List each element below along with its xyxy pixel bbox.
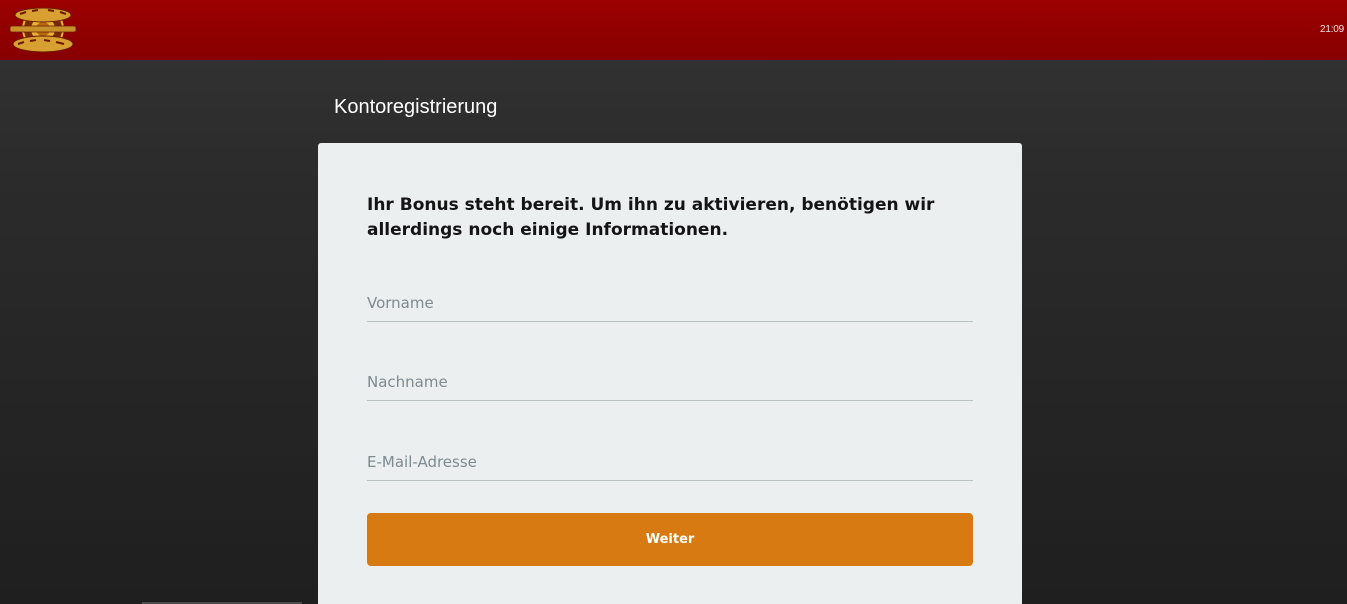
- registration-card: Ihr Bonus steht bereit. Um ihn zu aktivi…: [318, 143, 1022, 604]
- first-name-input[interactable]: [367, 285, 973, 322]
- casino-logo[interactable]: [8, 2, 78, 58]
- page-title: Kontoregistrierung: [334, 96, 498, 118]
- continue-button[interactable]: Weiter: [367, 513, 973, 566]
- email-input[interactable]: [367, 444, 973, 481]
- tiger-logo-icon: [9, 7, 77, 53]
- top-bar: 21:09: [0, 0, 1347, 60]
- bonus-intro-text: Ihr Bonus steht bereit. Um ihn zu aktivi…: [367, 195, 935, 240]
- clock-text: 21:09: [1319, 24, 1344, 35]
- last-name-input[interactable]: [367, 364, 973, 401]
